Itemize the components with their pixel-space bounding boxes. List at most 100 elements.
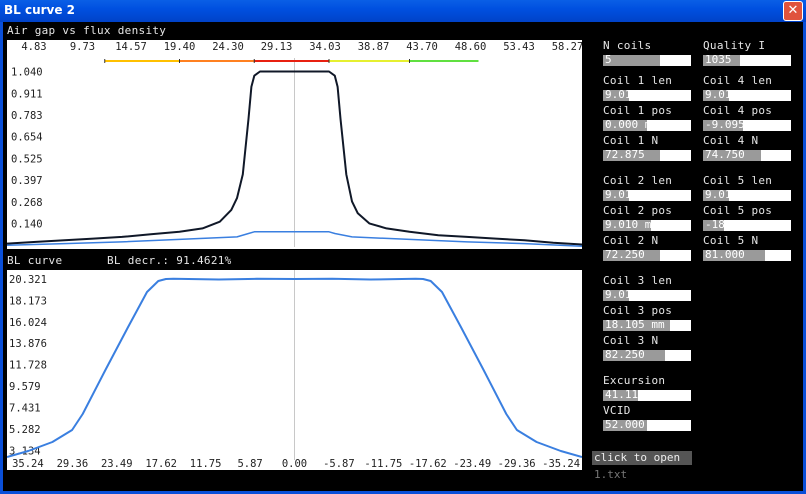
x-tick-label: -29.36 (498, 458, 536, 470)
close-icon: ✕ (787, 3, 799, 18)
y-tick-label: 0.654 (11, 132, 43, 144)
flux-density-chart: 4.83 9.73 14.57 19.40 24.30 29.13 34.03 38.87 43… (6, 40, 632, 249)
y-tick-label: 20.321 (9, 274, 47, 286)
top-chart-title: Air gap vs flux density (7, 24, 167, 37)
coil-2-pos-value: 9.010 mm (605, 218, 658, 231)
coil-3-pos-slider[interactable]: 18.105 mm (603, 318, 691, 331)
x-tick-label: 5.87 (237, 458, 262, 470)
y-tick-label: 7.431 (9, 403, 41, 415)
x-tick-label: -35.24 (542, 458, 580, 470)
coil-4-pos-label: Coil 4 pos (703, 104, 773, 117)
coil-1-n-label: Coil 1 N (603, 134, 659, 147)
x-tick-label: 29.36 (57, 458, 89, 470)
quality-value: 1035 (705, 53, 732, 66)
y-tick-label: 0.140 (11, 218, 43, 230)
x-tick-label: 38.87 (358, 41, 390, 53)
x-tick-label: 35.24 (12, 458, 44, 470)
vcid-value: 52.000 mm (605, 418, 665, 431)
y-tick-label: 0.397 (11, 175, 43, 187)
x-tick-label: 23.49 (101, 458, 133, 470)
x-tick-label: 48.60 (455, 41, 487, 53)
coil-5-n-value: 81.000 (705, 248, 745, 261)
coil-3-len-value: 9.010 mm (605, 288, 658, 301)
y-tick-label: 11.728 (9, 360, 47, 372)
excursion-value: 41.110 mm (605, 388, 665, 401)
coil-4-n-slider[interactable]: 74.750 (703, 149, 791, 161)
x-tick-label: 19.40 (164, 41, 196, 53)
coil-5-pos-slider[interactable]: -18.105 mm (703, 218, 791, 231)
y-tick-label: 13.876 (9, 338, 47, 350)
y-tick-label: 0.783 (11, 110, 43, 122)
x-tick-label: 43.70 (406, 41, 438, 53)
coil-3-n-slider[interactable]: 82.250 (603, 348, 691, 361)
n-coils-value: 5 (605, 53, 612, 66)
coil-1-pos-label: Coil 1 pos (603, 104, 673, 117)
coil-3-pos-value: 18.105 mm (605, 318, 665, 331)
coil-2-pos-label: Coil 2 pos (603, 204, 673, 217)
coil-5-len-value: 9.010 mm (705, 188, 758, 201)
window-title: BL curve 2 (4, 3, 76, 17)
coil-2-len-value: 9.010 mm (605, 188, 658, 201)
x-tick-label: 9.73 (70, 41, 95, 53)
x-tick-label: 58.27 (552, 41, 582, 53)
n-coils-slider[interactable]: 5 (603, 53, 691, 66)
x-tick-label: -17.62 (409, 458, 447, 470)
window-frame-left (0, 22, 3, 494)
y-tick-label: 0.525 (11, 153, 43, 165)
coil-2-n-value: 72.250 (605, 248, 645, 261)
coil-5-len-slider[interactable]: 9.010 mm (703, 188, 791, 201)
open-file-button[interactable]: click to open (592, 451, 692, 465)
coil-1-pos-slider[interactable]: 0.000 mm (603, 119, 691, 131)
coil-4-len-slider[interactable]: 9.010 mm (703, 88, 791, 101)
x-tick-label: -11.75 (364, 458, 402, 470)
bl-decrease-readout: BL decr.: 91.4621% (107, 254, 232, 267)
vcid-label: VCID (603, 404, 631, 417)
coil-5-pos-value: -18.105 mm (705, 218, 772, 231)
coil-1-len-slider[interactable]: 9.010 mm (603, 88, 691, 101)
y-tick-label: 1.040 (11, 67, 43, 79)
coil-5-n-slider[interactable]: 81.000 (703, 248, 791, 261)
coil-3-n-label: Coil 3 N (603, 334, 659, 347)
coil-5-pos-label: Coil 5 pos (703, 204, 773, 217)
quality-slider[interactable]: 1035 (703, 53, 791, 66)
coil-2-len-label: Coil 2 len (603, 174, 673, 187)
coil-2-n-label: Coil 2 N (603, 234, 659, 247)
bottom-chart-title: BL curve (7, 254, 63, 267)
coil-1-n-value: 72.875 (605, 148, 645, 161)
x-tick-label: 0.00 (282, 458, 307, 470)
y-tick-label: 18.173 (9, 295, 47, 307)
x-tick-label: -23.49 (453, 458, 491, 470)
flux-density-chart-svg: 4.83 9.73 14.57 19.40 24.30 29.13 34.03 38.87 43… (6, 41, 632, 247)
coil-2-pos-slider[interactable]: 9.010 mm (603, 218, 691, 231)
coil-1-len-value: 9.010 mm (605, 88, 658, 101)
coil-2-len-slider[interactable]: 9.010 mm (603, 188, 691, 201)
coil-3-pos-label: Coil 3 pos (603, 304, 673, 317)
coil-4-len-label: Coil 4 len (703, 74, 773, 87)
window-titlebar[interactable]: BL curve 2 ✕ (0, 0, 806, 22)
coil-3-n-value: 82.250 (605, 348, 645, 361)
coil-3-len-slider[interactable]: 9.010 mm (603, 288, 691, 301)
file-name: 1.txt (594, 468, 628, 481)
coil-1-n-slider[interactable]: 72.875 (603, 148, 691, 161)
y-tick-label: 0.268 (11, 197, 43, 209)
x-tick-label: 4.83 (21, 41, 46, 53)
excursion-slider[interactable]: 41.110 mm (603, 388, 691, 401)
vcid-slider[interactable]: 52.000 mm (603, 418, 691, 431)
coil-4-pos-value: -9.095 mm (705, 118, 765, 131)
close-button[interactable]: ✕ (783, 1, 803, 21)
coil-4-pos-slider[interactable]: -9.095 mm (703, 118, 791, 131)
y-tick-label: 16.024 (9, 317, 47, 329)
coil-3-len-label: Coil 3 len (603, 274, 673, 287)
x-tick-label: -5.87 (323, 458, 355, 470)
coil-5-len-label: Coil 5 len (703, 174, 773, 187)
x-tick-label: 11.75 (190, 458, 222, 470)
coil-4-n-label: Coil 4 N (703, 134, 759, 147)
bl-curve-chart-svg: 20.321 18.173 16.024 13.876 11.728 9.579 7.431… (6, 270, 583, 470)
x-tick-label: 29.13 (261, 41, 293, 53)
x-tick-label: 53.43 (503, 41, 535, 53)
y-tick-label: 9.579 (9, 381, 41, 393)
coil-4-len-value: 9.010 mm (705, 88, 758, 101)
coil-2-n-slider[interactable]: 72.250 (603, 248, 691, 261)
x-tick-label: 34.03 (309, 41, 341, 53)
x-tick-label: 17.62 (145, 458, 177, 470)
